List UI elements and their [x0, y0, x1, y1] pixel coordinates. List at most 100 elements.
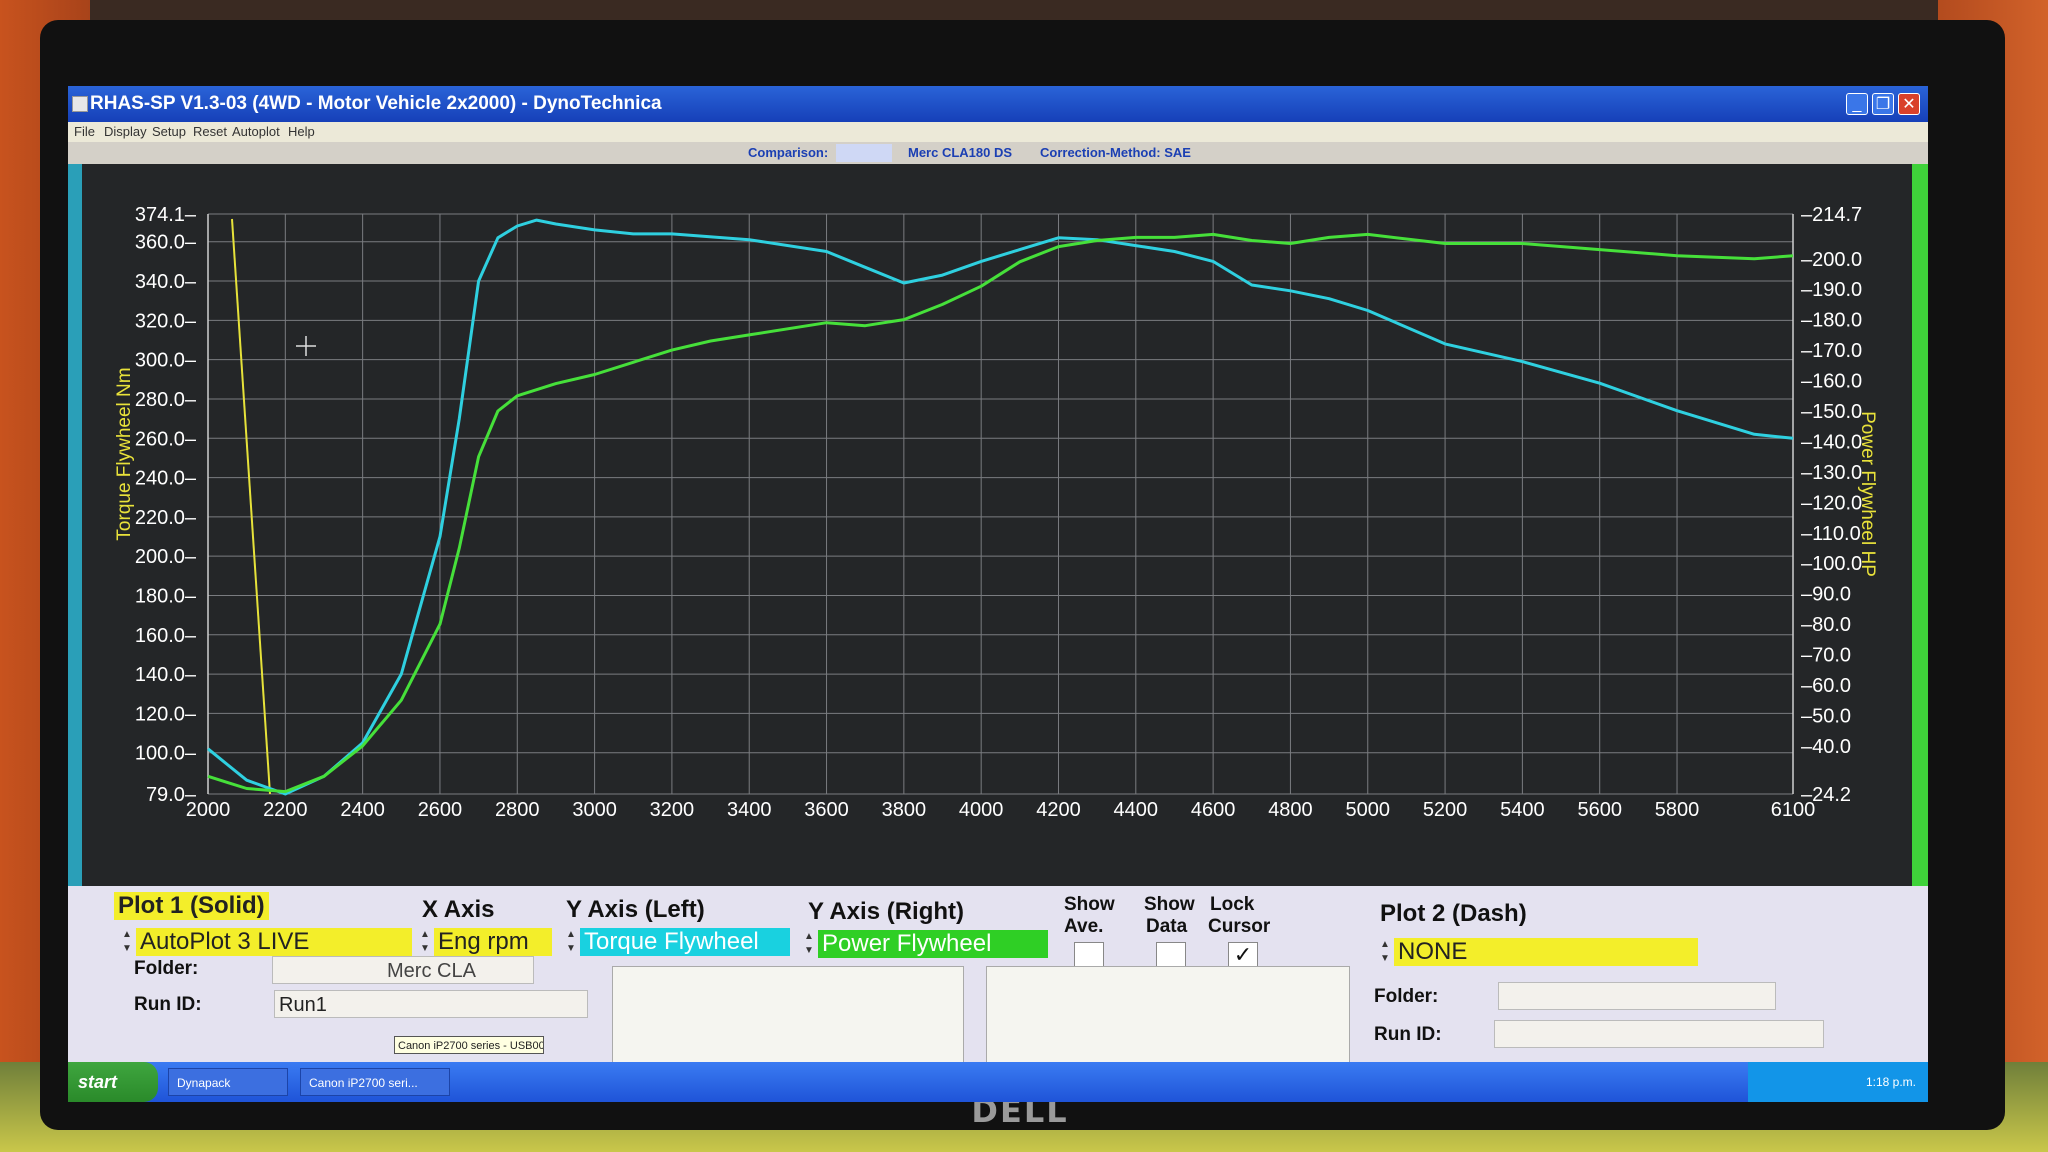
left-tick-label: 300.0– [135, 350, 197, 372]
runid2-field[interactable] [1494, 1020, 1824, 1048]
right-tick-label: –50.0 [1801, 705, 1851, 727]
right-tick-label: –140.0 [1801, 431, 1862, 453]
printer-tooltip: Canon iP2700 series - USB001 [394, 1036, 544, 1054]
plot2-label: Plot 2 (Dash) [1380, 900, 1527, 927]
x-tick-label: 3200 [650, 799, 695, 821]
xaxis-select[interactable]: Eng rpm [434, 928, 552, 956]
left-tick-label: 120.0– [135, 703, 197, 725]
right-tick-label: –214.7 [1801, 204, 1862, 226]
correction-label: Correction-Method: SAE [1040, 145, 1191, 160]
right-tick-label: –80.0 [1801, 614, 1851, 636]
left-tick-label: 374.1– [135, 204, 197, 226]
yright-select[interactable]: Power Flywheel [818, 930, 1048, 958]
dyno-chart[interactable]: 2000 2200 2400 2600 2800 3000 3200 3400 3600 3800… [68, 164, 1928, 886]
folder-field[interactable]: Merc CLA [272, 956, 534, 984]
show-data-label-1: Show [1144, 894, 1195, 915]
right-tick-label: –160.0 [1801, 371, 1862, 393]
folder2-label: Folder: [1374, 986, 1439, 1007]
left-tick-label: 340.0– [135, 271, 197, 293]
right-tick-label: –200.0 [1801, 249, 1862, 271]
task-dynapack[interactable]: Dynapack [168, 1068, 288, 1096]
right-tick-label: –60.0 [1801, 675, 1851, 697]
vehicle-label: Merc CLA180 DS [908, 145, 1013, 160]
left-tick-label: 240.0– [135, 468, 197, 490]
show-ave-label-2: Ave. [1064, 916, 1104, 937]
left-axis-title: Torque Flywheel Nm [114, 367, 135, 540]
left-tick-label: 140.0– [135, 664, 197, 686]
window-title: RHAS-SP V1.3-03 (4WD - Motor Vehicle 2x2… [90, 93, 662, 114]
right-tick-label: –180.0 [1801, 310, 1862, 332]
yleft-spinner[interactable]: ▲ ▼ [564, 928, 578, 956]
right-tick-label: –100.0 [1801, 553, 1862, 575]
x-tick-label: 5200 [1423, 799, 1468, 821]
left-tick-label: 260.0– [135, 428, 197, 450]
right-tick-label: –40.0 [1801, 736, 1851, 758]
x-tick-label: 2600 [418, 799, 463, 821]
torque-series-line [207, 218, 1794, 796]
left-tick-label: 360.0– [135, 232, 197, 254]
right-tick-label: –70.0 [1801, 645, 1851, 667]
x-tick-label: 4800 [1268, 799, 1313, 821]
task-canon-printer[interactable]: Canon iP2700 seri... [300, 1068, 450, 1096]
show-data-checkbox[interactable] [1156, 942, 1186, 968]
info-bar: Comparison: Merc CLA180 DS Correction-Me… [68, 142, 1928, 164]
x-tick-label: 5800 [1655, 799, 1700, 821]
x-tick-label: 4200 [1036, 799, 1081, 821]
run-list-left[interactable] [612, 966, 964, 1064]
right-tick-label: –150.0 [1801, 401, 1862, 423]
right-tick-label: –24.2 [1801, 784, 1851, 806]
menu-help[interactable]: Help [288, 124, 315, 139]
plot1-label: Plot 1 (Solid) [114, 892, 269, 920]
x-tick-label: 4600 [1191, 799, 1236, 821]
title-bar[interactable]: RHAS-SP V1.3-03 (4WD - Motor Vehicle 2x2… [68, 86, 1928, 122]
x-tick-label: 3600 [804, 799, 849, 821]
left-tick-label: 280.0– [135, 389, 197, 411]
menu-reset[interactable]: Reset [193, 124, 227, 139]
folder2-field[interactable] [1498, 982, 1776, 1010]
x-tick-label: 2200 [263, 799, 308, 821]
close-button[interactable]: ✕ [1898, 93, 1920, 115]
right-tick-label: –90.0 [1801, 584, 1851, 606]
right-tick-label: –170.0 [1801, 340, 1862, 362]
plot1-spinner[interactable]: ▲ ▼ [120, 928, 134, 956]
plot2-select[interactable]: NONE [1394, 938, 1698, 966]
lock-cursor-label-2: Cursor [1208, 916, 1271, 937]
monitor-screen: RHAS-SP V1.3-03 (4WD - Motor Vehicle 2x2… [68, 86, 1928, 1102]
app-icon [72, 96, 88, 112]
x-tick-label: 5400 [1500, 799, 1545, 821]
left-tick-label: 100.0– [135, 743, 197, 765]
x-tick-label: 2400 [340, 799, 385, 821]
left-tick-label: 79.0– [146, 784, 197, 806]
folder-label: Folder: [134, 958, 199, 979]
lock-cursor-checkbox[interactable]: ✓ [1228, 942, 1258, 968]
xaxis-spinner[interactable]: ▲ ▼ [418, 928, 432, 956]
x-tick-label: 3400 [727, 799, 772, 821]
plot1-select[interactable]: AutoPlot 3 LIVE [136, 928, 412, 956]
menu-autoplot[interactable]: Autoplot [232, 124, 280, 139]
start-button[interactable]: start [68, 1062, 158, 1102]
left-tick-label: 200.0– [135, 546, 197, 568]
runid-label: Run ID: [134, 994, 202, 1015]
x-tick-label: 2800 [495, 799, 540, 821]
menu-setup[interactable]: Setup [152, 124, 186, 139]
minimize-button[interactable]: _ [1846, 93, 1868, 115]
menu-file[interactable]: File [74, 124, 95, 139]
control-panel: Plot 1 (Solid) ▲ ▼ AutoPlot 3 LIVE X Axis… [68, 886, 1928, 1064]
left-tick-label: 220.0– [135, 507, 197, 529]
menu-display[interactable]: Display [104, 124, 147, 139]
yright-label: Y Axis (Right) [808, 898, 965, 925]
left-color-bar [68, 164, 82, 886]
x-tick-label: 5000 [1346, 799, 1391, 821]
taskbar: start Dynapack Canon iP2700 seri... 1:18… [68, 1062, 1928, 1102]
maximize-button[interactable]: ❐ [1872, 93, 1894, 115]
plot2-spinner[interactable]: ▲ ▼ [1378, 938, 1392, 966]
run-list-right[interactable] [986, 966, 1350, 1064]
yright-spinner[interactable]: ▲ ▼ [802, 930, 816, 958]
right-color-bar [1912, 164, 1928, 886]
dyno-chart-area[interactable]: 2000 2200 2400 2600 2800 3000 3200 3400 3600 3800… [68, 164, 1928, 886]
start-label: start [78, 1072, 118, 1092]
power-series-line [207, 232, 1794, 794]
yleft-select[interactable]: Torque Flywheel [580, 928, 790, 956]
show-ave-checkbox[interactable] [1074, 942, 1104, 968]
runid-field[interactable]: Run1 [274, 990, 588, 1018]
